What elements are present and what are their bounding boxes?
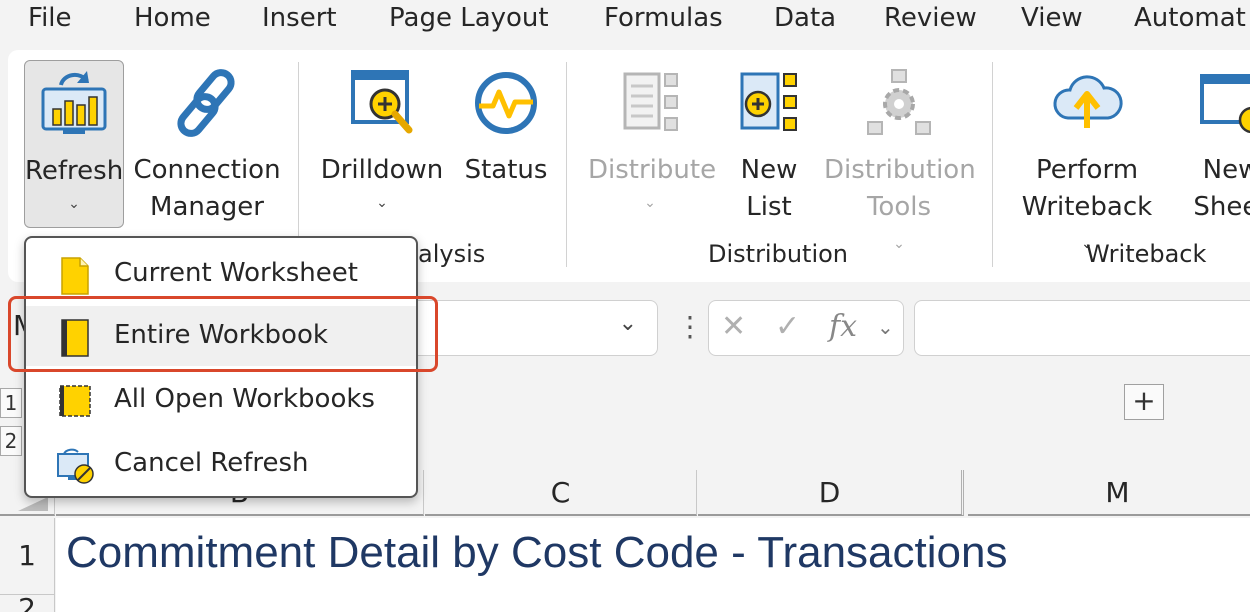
distribute-button[interactable]: Distribute ⌄ — [588, 60, 717, 228]
status-button[interactable]: Status — [456, 60, 556, 228]
row-header-2[interactable]: 2 — [0, 594, 55, 612]
distribution-tools-button[interactable]: Distribution Tools ⌄ — [824, 60, 976, 252]
chevron-down-icon[interactable]: ⌄ — [877, 315, 894, 339]
menu-view[interactable]: View — [1021, 0, 1083, 36]
cloud-upload-icon — [1053, 75, 1123, 128]
menu-item-current-worksheet[interactable]: Current Worksheet — [26, 244, 416, 304]
connection-manager-line1: Connection — [133, 155, 281, 185]
menu-item-cancel-refresh[interactable]: Cancel Refresh — [26, 434, 416, 494]
new-sheet-line1: New — [1202, 155, 1250, 185]
menu-data[interactable]: Data — [774, 0, 836, 36]
new-list-icon — [740, 72, 797, 131]
current-worksheet-icon — [61, 257, 89, 295]
chevron-down-icon: ⌄ — [68, 196, 80, 212]
menu-bar: File Home Insert Page Layout Formulas Da… — [0, 0, 1250, 42]
drilldown-icon — [351, 70, 413, 134]
refresh-button[interactable]: Refresh ⌄ — [24, 60, 124, 228]
group-label-distribution: Distribution — [708, 240, 849, 268]
drilldown-label: Drilldown — [320, 155, 444, 185]
outline-level-2[interactable]: 2 — [0, 426, 22, 456]
distribute-label: Distribute — [588, 155, 717, 185]
menu-file[interactable]: File — [28, 0, 72, 36]
menu-item-label: Current Worksheet — [114, 258, 358, 288]
highlight-box — [8, 296, 438, 372]
outline-level-1[interactable]: 1 — [0, 388, 22, 418]
refresh-icon — [41, 71, 107, 134]
connection-manager-line2: Manager — [150, 192, 264, 222]
menu-item-all-open-workbooks[interactable]: All Open Workbooks — [26, 370, 416, 430]
column-header-c[interactable]: C — [425, 470, 697, 516]
menu-review[interactable]: Review — [884, 0, 977, 36]
chevron-down-icon: ⌄ — [376, 195, 388, 211]
new-sheet-button[interactable]: New Sheet — [1176, 60, 1250, 228]
chevron-down-icon: ⌄ — [644, 195, 656, 211]
formula-input[interactable] — [914, 300, 1250, 356]
all-open-workbooks-icon — [59, 385, 91, 417]
row-header-1[interactable]: 1 — [0, 518, 55, 594]
menu-item-label: Cancel Refresh — [114, 448, 309, 478]
menu-page-layout[interactable]: Page Layout — [389, 0, 549, 36]
group-label-analysis: alysis — [418, 240, 486, 268]
menu-automate[interactable]: Automat — [1134, 0, 1246, 36]
column-header-d[interactable]: D — [698, 470, 964, 516]
cancel-refresh-icon — [57, 448, 94, 484]
fx-icon[interactable]: fx — [829, 309, 857, 344]
perform-writeback-button[interactable]: Perform Writeback ⌄ — [1012, 60, 1162, 252]
connection-manager-button[interactable]: Connection Manager — [132, 60, 282, 228]
ribbon-separator — [566, 62, 567, 267]
new-sheet-line2: Sheet — [1193, 192, 1250, 222]
perform-writeback-line1: Perform — [1035, 155, 1139, 185]
status-pulse-icon — [475, 72, 537, 134]
link-icon — [177, 69, 235, 137]
distribution-tools-line2: Tools — [866, 192, 932, 222]
expand-button[interactable]: + — [1124, 384, 1164, 420]
perform-writeback-line2: Writeback — [1021, 192, 1153, 222]
new-sheet-icon — [1200, 74, 1250, 134]
menu-formulas[interactable]: Formulas — [604, 0, 723, 36]
ribbon-separator — [992, 62, 993, 267]
vertical-dots-icon[interactable]: ⋮ — [676, 310, 704, 343]
refresh-label: Refresh — [25, 156, 124, 186]
group-label-writeback: Writeback — [1086, 240, 1207, 268]
chevron-down-icon[interactable]: ⌄ — [619, 311, 637, 336]
new-list-line2: List — [746, 192, 792, 222]
distribution-tools-icon — [867, 69, 931, 135]
menu-item-label: All Open Workbooks — [114, 384, 375, 414]
drilldown-button[interactable]: Drilldown ⌄ — [320, 60, 444, 228]
new-list-button[interactable]: New List — [724, 60, 814, 228]
status-label: Status — [464, 155, 548, 185]
corner-triangle-icon — [18, 497, 48, 511]
cancel-icon[interactable]: ✕ — [721, 309, 746, 344]
report-title-cell[interactable]: Commitment Detail by Cost Code - Transac… — [66, 528, 1007, 578]
formula-controls: ✕ ✓ fx ⌄ — [708, 300, 904, 356]
distribution-tools-line1: Distribution — [824, 155, 976, 185]
enter-icon[interactable]: ✓ — [775, 309, 800, 344]
menu-insert[interactable]: Insert — [262, 0, 337, 36]
menu-home[interactable]: Home — [134, 0, 211, 36]
distribute-icon — [623, 72, 678, 131]
new-list-line1: New — [740, 155, 798, 185]
column-header-m[interactable]: M — [968, 470, 1250, 516]
